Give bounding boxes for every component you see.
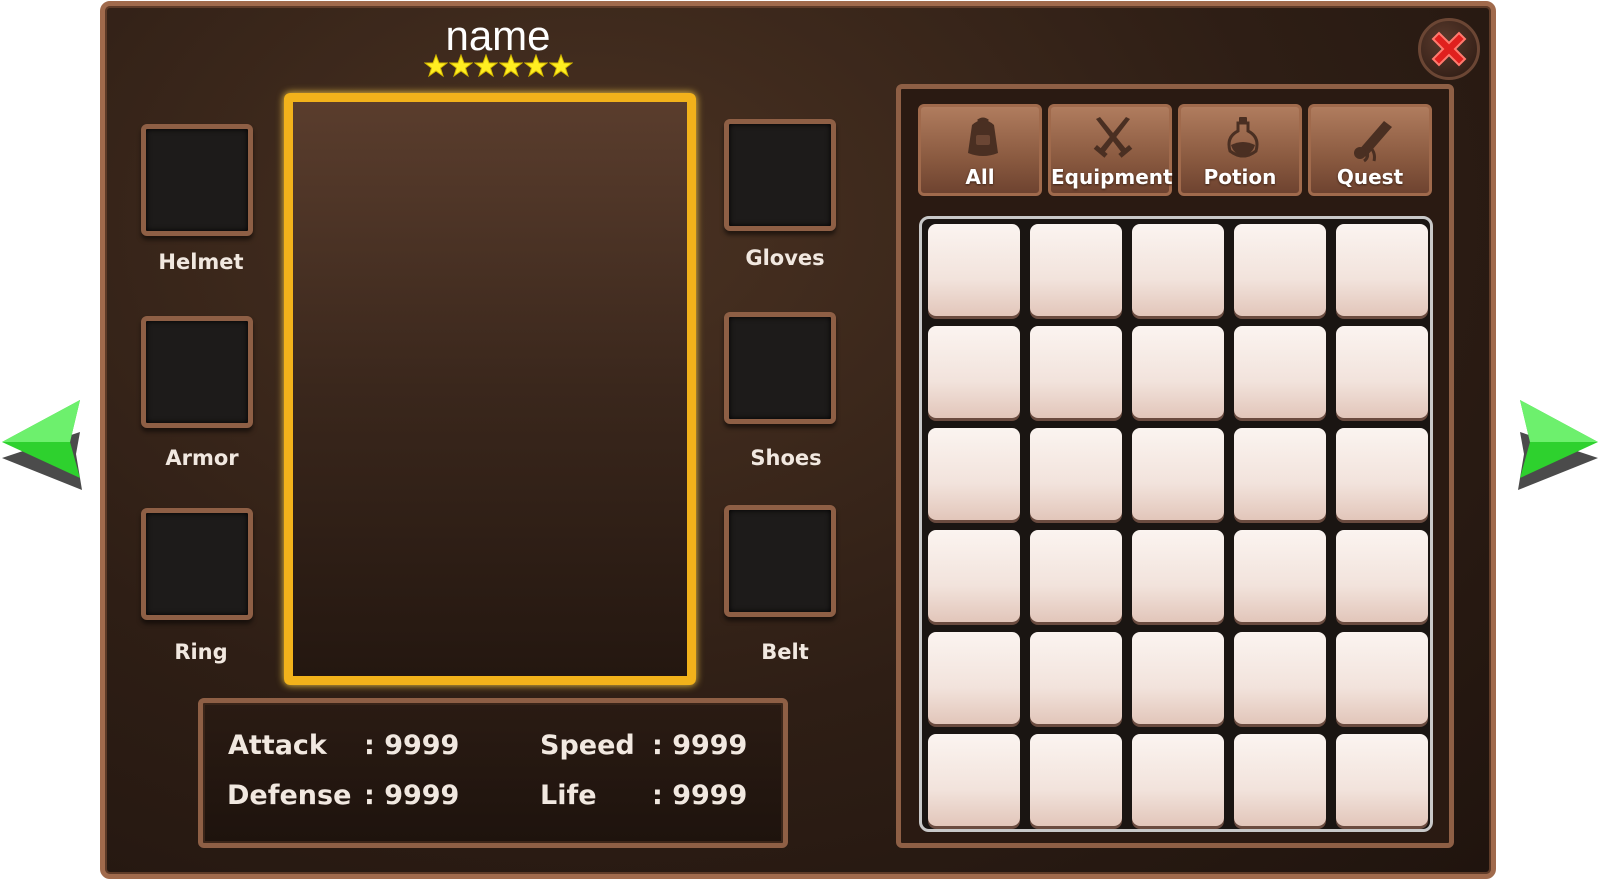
inventory-slot[interactable] — [928, 224, 1020, 316]
tab-quest[interactable]: Quest — [1308, 104, 1432, 196]
inventory-slot[interactable] — [1132, 224, 1224, 316]
stats-panel — [198, 698, 788, 848]
speed-label: Speed — [540, 730, 635, 761]
ring-slot[interactable] — [141, 508, 253, 620]
inventory-slot[interactable] — [1030, 530, 1122, 622]
helmet-label: Helmet — [158, 250, 244, 274]
tab-potion[interactable]: Potion — [1178, 104, 1302, 196]
inventory-slot[interactable] — [1030, 632, 1122, 724]
inventory-slot[interactable] — [1234, 224, 1326, 316]
left-arrow-icon — [2, 400, 82, 490]
inventory-slot[interactable] — [928, 326, 1020, 418]
tab-all[interactable]: All — [918, 104, 1042, 196]
shoes-label: Shoes — [750, 446, 822, 470]
inventory-slot[interactable] — [928, 428, 1020, 520]
gloves-label: Gloves — [745, 246, 825, 270]
helmet-slot[interactable] — [141, 124, 253, 236]
inventory-slot[interactable] — [1234, 530, 1326, 622]
belt-label: Belt — [761, 640, 809, 664]
belt-slot[interactable] — [724, 505, 836, 617]
inventory-slot[interactable] — [1336, 632, 1428, 724]
armor-slot[interactable] — [141, 316, 253, 428]
speed-value: : 9999 — [652, 730, 748, 761]
tab-equipment[interactable]: Equipment — [1048, 104, 1173, 196]
inventory-slot[interactable] — [1336, 326, 1428, 418]
inventory-slot[interactable] — [1234, 632, 1326, 724]
tab-equipment-label: Equipment — [1051, 165, 1173, 189]
inventory-slot[interactable] — [1234, 326, 1326, 418]
inventory-slot[interactable] — [1030, 428, 1122, 520]
inventory-slot[interactable] — [1336, 734, 1428, 826]
inventory-slot[interactable] — [1336, 224, 1428, 316]
inventory-slot[interactable] — [1336, 530, 1428, 622]
right-arrow-icon — [1518, 400, 1598, 490]
inventory-slot[interactable] — [1132, 326, 1224, 418]
inventory-slot[interactable] — [1132, 734, 1224, 826]
character-portrait-frame — [284, 93, 696, 685]
inventory-slot[interactable] — [928, 734, 1020, 826]
defense-value: : 9999 — [364, 780, 460, 811]
scroll-icon — [1348, 113, 1398, 163]
inventory-slot[interactable] — [1030, 224, 1122, 316]
attack-label: Attack — [228, 730, 327, 761]
defense-label: Defense — [227, 780, 352, 811]
close-button[interactable] — [1418, 18, 1480, 80]
star-icon — [473, 54, 498, 78]
inventory-slot[interactable] — [1030, 734, 1122, 826]
tab-potion-label: Potion — [1203, 165, 1277, 189]
star-icon — [423, 54, 448, 78]
crossed-swords-icon — [1088, 113, 1138, 163]
character-name: name — [445, 12, 551, 59]
inventory-slot[interactable] — [1336, 428, 1428, 520]
ring-label: Ring — [174, 640, 228, 664]
potion-flask-icon — [1218, 113, 1268, 163]
inventory-slot[interactable] — [928, 632, 1020, 724]
star-icon — [498, 54, 523, 78]
gloves-slot[interactable] — [724, 119, 836, 231]
close-icon — [1431, 31, 1467, 67]
life-label: Life — [540, 780, 597, 811]
inventory-slot[interactable] — [1132, 428, 1224, 520]
inventory-slot[interactable] — [1132, 530, 1224, 622]
inventory-slot[interactable] — [1234, 428, 1326, 520]
next-arrow-button[interactable] — [1516, 398, 1600, 494]
inventory-slot[interactable] — [928, 530, 1020, 622]
inventory-slot[interactable] — [1030, 326, 1122, 418]
tab-quest-label: Quest — [1336, 165, 1404, 189]
star-icon — [523, 54, 548, 78]
inventory-slot[interactable] — [1234, 734, 1326, 826]
backpack-icon — [958, 113, 1008, 163]
previous-arrow-button[interactable] — [0, 398, 84, 494]
attack-value: : 9999 — [364, 730, 460, 761]
armor-label: Armor — [165, 446, 239, 470]
star-icon — [448, 54, 473, 78]
inventory-slot[interactable] — [1132, 632, 1224, 724]
star-icon — [548, 54, 573, 78]
star-rating — [420, 54, 576, 84]
tab-all-label: All — [965, 165, 995, 189]
life-value: : 9999 — [652, 780, 748, 811]
shoes-slot[interactable] — [724, 312, 836, 424]
